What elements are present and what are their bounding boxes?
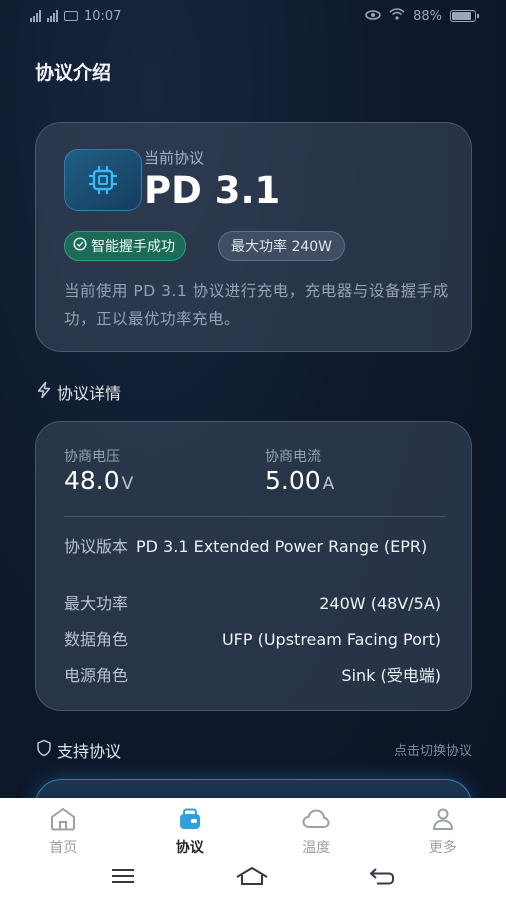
menu-icon[interactable]: [110, 867, 136, 889]
detail-row-value: 240W (48V/5A): [319, 594, 441, 613]
system-nav-bar: [0, 856, 506, 900]
protocol-icon: [176, 807, 204, 835]
lightning-icon: [35, 381, 53, 403]
tab-label: 协议: [175, 840, 204, 856]
voltage-label: 协商电压: [64, 449, 120, 465]
tab-label: 温度: [302, 840, 331, 856]
support-section-label: 支持协议: [57, 742, 122, 761]
voltage-number: 48.0: [64, 466, 120, 495]
switch-protocol-link[interactable]: 点击切换协议: [394, 740, 472, 759]
status-bar: 10:07 88%: [0, 0, 506, 32]
status-right: 88%: [365, 8, 479, 24]
tab-temperature[interactable]: 温度: [253, 798, 380, 856]
person-icon: [429, 807, 457, 835]
current-protocol-description: 当前使用 PD 3.1 协议进行充电，充电器与设备握手成功，正以最优功率充电。: [64, 282, 449, 328]
detail-row-value: UFP (Upstream Facing Port): [221, 630, 441, 649]
screen: 10:07 88% 协议介绍 当前协议 PD 3.1 智能握手成功 最大功率 2…: [0, 0, 506, 900]
tab-more[interactable]: 更多: [380, 798, 506, 856]
check-circle-icon: [73, 237, 87, 255]
tab-label: 更多: [428, 840, 457, 856]
back-icon[interactable]: [368, 866, 396, 890]
eye-icon: [365, 9, 381, 24]
tab-home[interactable]: 首页: [0, 798, 127, 856]
home-nav-icon[interactable]: [235, 866, 269, 890]
handshake-badge: 智能握手成功: [64, 231, 186, 261]
detail-row-label: 电源角色: [64, 666, 129, 685]
signal-icon: [47, 10, 58, 22]
current-protocol-value: PD 3.1: [144, 169, 281, 212]
battery-fill: [452, 12, 472, 20]
notification-icon: [64, 11, 78, 21]
current-unit: A: [322, 474, 335, 494]
shield-icon: [35, 739, 53, 761]
wifi-icon: [389, 8, 405, 24]
details-divider: [64, 516, 445, 517]
current-protocol-label: 当前协议: [144, 149, 205, 167]
current-number: 5.00: [265, 466, 321, 495]
detail-row-value: Sink (受电端): [341, 666, 441, 685]
protocol-details-card: 协商电压 48.0 V 协商电流 5.00 A 协议版本 PD 3.1 Extend…: [35, 421, 472, 711]
detail-row-label: 最大功率: [64, 594, 129, 613]
home-icon: [49, 807, 77, 835]
tab-label: 首页: [49, 840, 78, 856]
battery-icon: [450, 10, 479, 22]
detail-row-label: 协议版本: [64, 537, 129, 556]
chip-icon: [64, 149, 142, 211]
voltage-unit: V: [121, 474, 134, 494]
tab-protocol[interactable]: 协议: [127, 798, 254, 856]
battery-text: 88%: [413, 8, 442, 24]
current-value: 5.00 A: [265, 466, 334, 495]
page-title: 协议介绍: [35, 62, 112, 84]
detail-row-value: PD 3.1 Extended Power Range (EPR): [136, 537, 428, 556]
current-label: 协商电流: [265, 449, 321, 465]
details-section-label: 协议详情: [57, 384, 122, 403]
detail-row-label: 数据角色: [64, 630, 129, 649]
max-power-badge: 最大功率 240W: [218, 231, 346, 261]
handshake-badge-text: 智能握手成功: [91, 239, 175, 255]
current-protocol-card: 当前协议 PD 3.1 智能握手成功 最大功率 240W 当前使用 PD 3.1…: [35, 122, 472, 352]
support-section-title: 支持协议: [35, 738, 121, 762]
status-time: 10:07: [84, 8, 122, 24]
voltage-value: 48.0 V: [64, 466, 133, 495]
details-section-title: 协议详情: [35, 380, 121, 404]
tab-bar: 首页 协议 温度 更多: [0, 798, 506, 856]
status-left: 10:07: [30, 9, 121, 24]
cloud-icon: [301, 807, 331, 835]
signal-icon: [30, 10, 41, 22]
